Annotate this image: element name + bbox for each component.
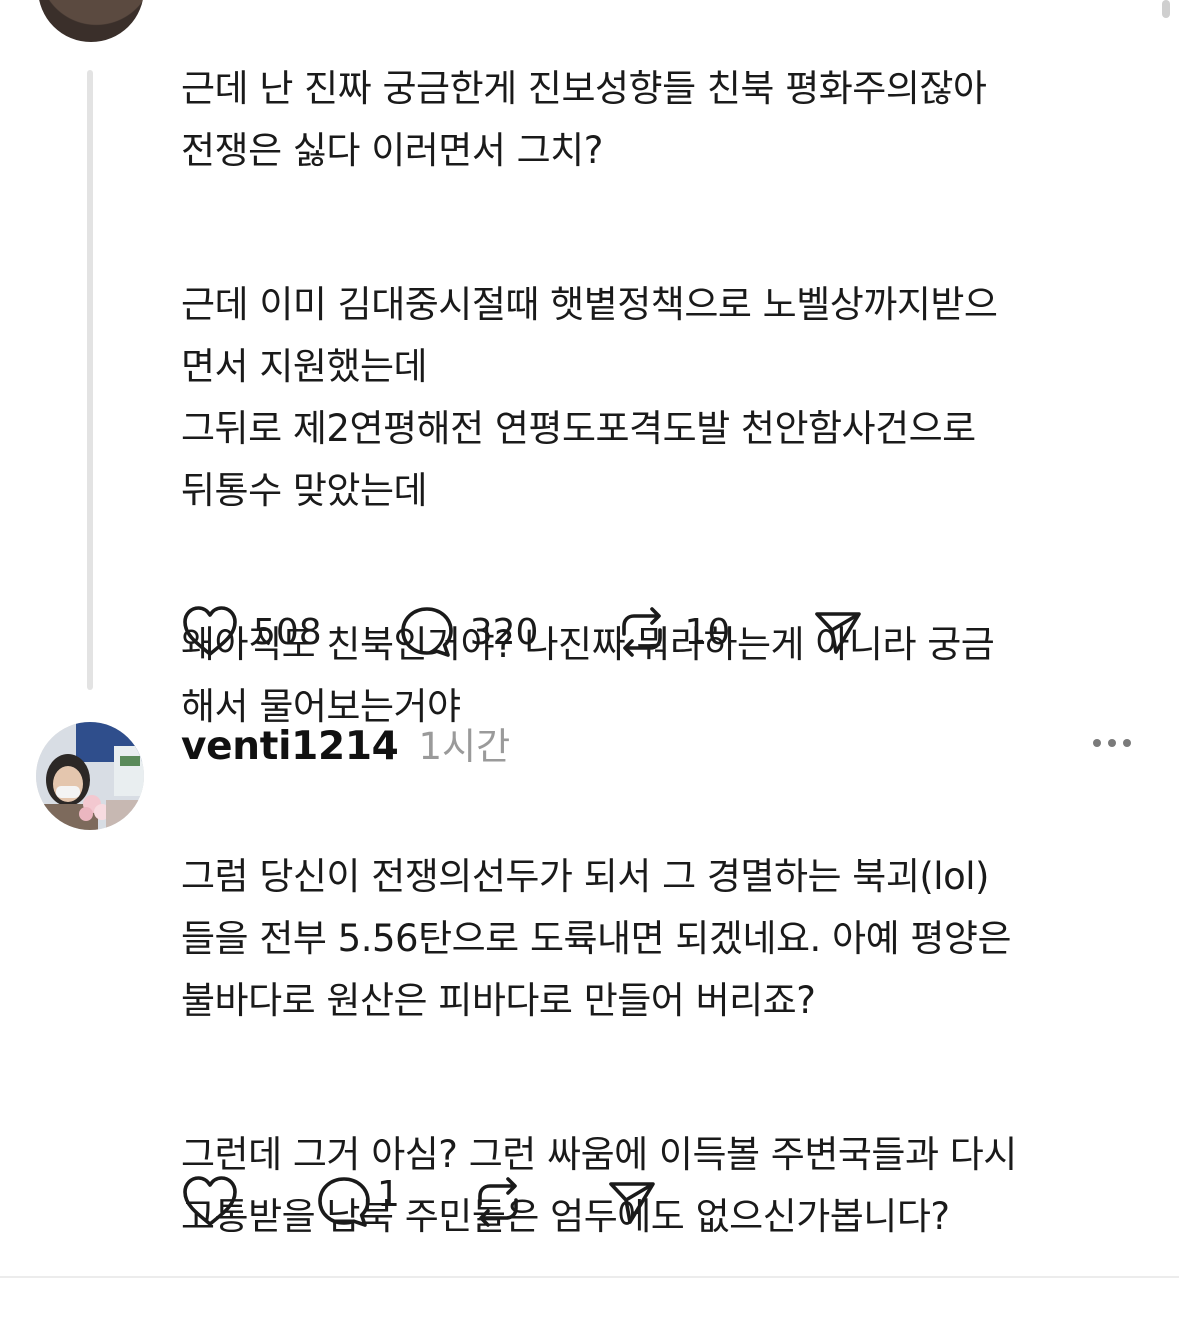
repost-button[interactable]	[470, 1174, 526, 1230]
paper-plane-icon	[812, 606, 864, 658]
paper-plane-icon	[606, 1176, 658, 1228]
heart-icon	[181, 604, 239, 660]
post-actions: 508 320 10	[181, 602, 864, 662]
avatar[interactable]	[38, 0, 144, 42]
post-actions: 1	[181, 1172, 658, 1232]
speech-bubble-icon	[315, 1174, 373, 1230]
repost-arrows-icon	[614, 604, 670, 660]
post-timestamp: 1시간	[418, 725, 511, 768]
like-button[interactable]	[181, 1174, 239, 1230]
heart-icon	[181, 1174, 239, 1230]
reply-count: 1	[377, 1173, 400, 1215]
more-dots-icon	[1090, 739, 1134, 760]
speech-bubble-icon	[398, 604, 456, 660]
share-button[interactable]	[606, 1176, 658, 1228]
like-count: 508	[253, 611, 322, 653]
author-username[interactable]: venti1214	[181, 724, 399, 769]
like-button[interactable]: 508	[181, 604, 322, 660]
post-header: venti1214 1시간	[181, 716, 510, 772]
scrollbar-thumb[interactable]	[1162, 0, 1170, 18]
post-paragraph: 근데 난 진짜 궁금한게 진보성향들 친북 평화주의잖아 전쟁은 싫다 이러면서…	[181, 67, 987, 172]
thread-connector-line	[87, 70, 93, 690]
more-options-button[interactable]	[1090, 730, 1134, 756]
post-body: 그럼 당신이 전쟁의선두가 되서 그 경멸하는 북괴(lol) 들을 전부 5.…	[181, 784, 1156, 1340]
reply-button[interactable]: 320	[398, 604, 539, 660]
share-button[interactable]	[812, 606, 864, 658]
repost-count: 10	[684, 611, 731, 653]
reply-count: 320	[469, 611, 539, 653]
repost-button[interactable]: 10	[614, 604, 730, 660]
avatar[interactable]	[36, 722, 144, 830]
post-paragraph: 근데 이미 김대중시절때 햇볕정책으로 노벨상까지받으 면서 지원했는데 그뒤로…	[181, 283, 998, 512]
post-divider	[0, 1276, 1179, 1278]
repost-arrows-icon	[470, 1174, 526, 1230]
post-body: 근데 난 진짜 궁금한게 진보성향들 친북 평화주의잖아 전쟁은 싫다 이러면서…	[181, 0, 1156, 830]
reply-button[interactable]: 1	[315, 1174, 400, 1230]
post-paragraph: 그럼 당신이 전쟁의선두가 되서 그 경멸하는 북괴(lol) 들을 전부 5.…	[181, 855, 1012, 1022]
